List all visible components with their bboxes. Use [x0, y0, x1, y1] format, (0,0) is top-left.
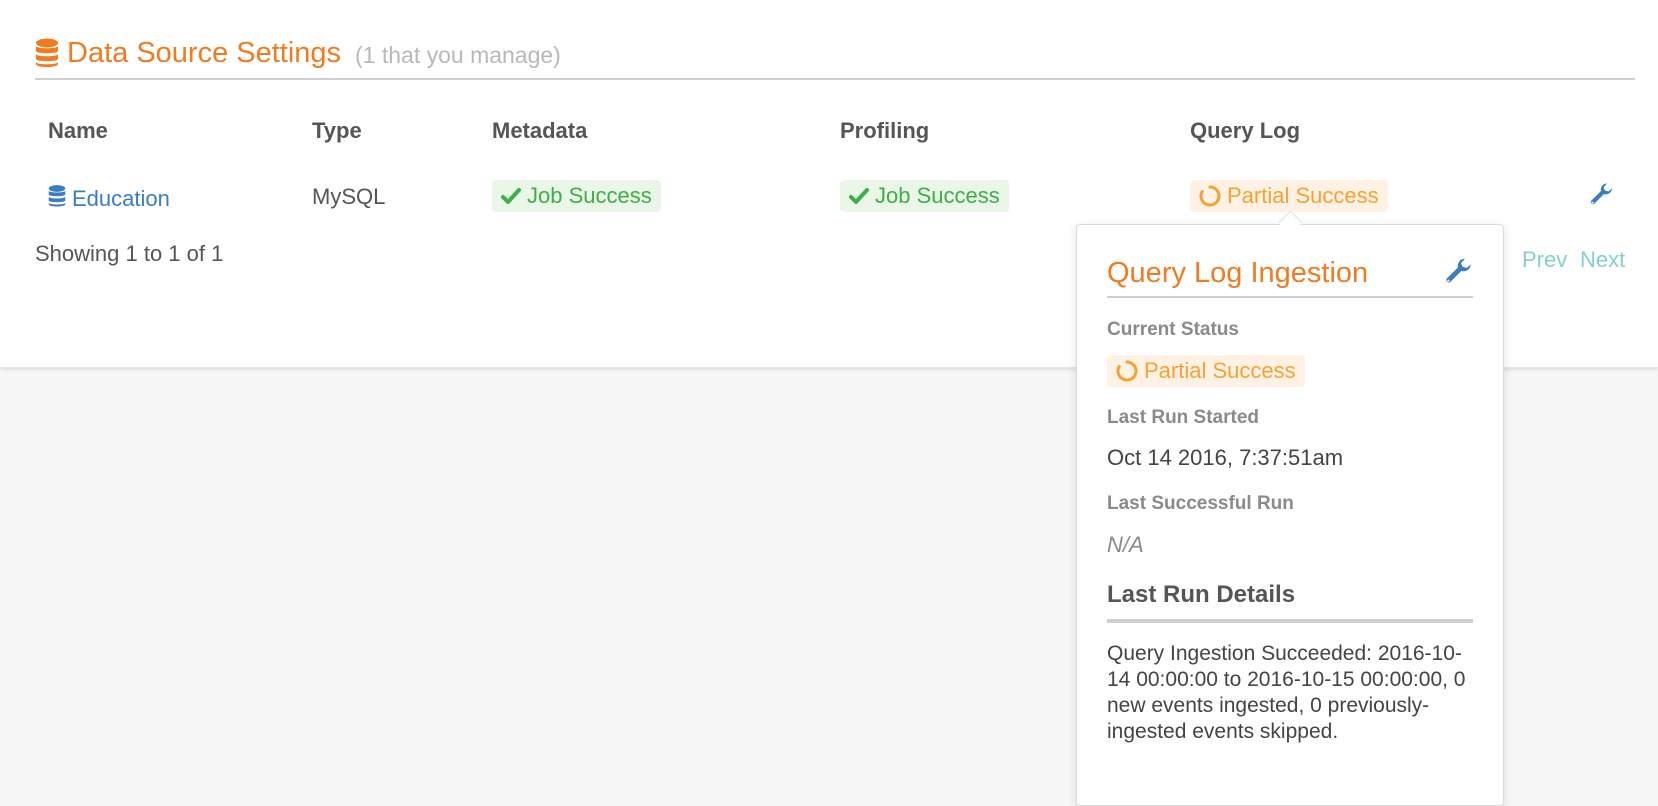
column-header-profiling[interactable]: Profiling — [840, 118, 929, 144]
metadata-status-label: Job Success — [527, 183, 652, 208]
current-status-label: Current Status — [1107, 319, 1239, 340]
data-source-name: Education — [72, 186, 170, 211]
database-icon — [35, 38, 59, 73]
column-header-name[interactable]: Name — [48, 118, 108, 144]
metadata-status-badge[interactable]: Job Success — [492, 180, 661, 212]
showing-count: Showing 1 to 1 of 1 — [35, 241, 224, 266]
data-source-type: MySQL — [312, 184, 386, 209]
last-run-details-header: Last Run Details — [1107, 581, 1473, 623]
popover-header: Query Log Ingestion — [1107, 253, 1473, 298]
wrench-icon[interactable] — [1588, 182, 1614, 213]
current-status-value: Partial Success — [1144, 358, 1296, 383]
prev-page-button[interactable]: Prev — [1522, 247, 1567, 273]
database-icon — [48, 184, 66, 214]
last-run-details-text: Query Ingestion Succeeded: 2016-10-14 00… — [1107, 642, 1466, 743]
page-subtitle: (1 that you manage) — [355, 42, 561, 68]
popover-title: Query Log Ingestion — [1107, 257, 1369, 289]
query-log-ingestion-popover: Query Log Ingestion Current Status Parti… — [1076, 224, 1504, 806]
check-icon — [849, 187, 869, 205]
current-status-badge: Partial Success — [1107, 355, 1305, 387]
spinner-icon — [1116, 360, 1138, 382]
last-successful-run-label: Last Successful Run — [1107, 493, 1294, 514]
column-header-metadata[interactable]: Metadata — [492, 118, 587, 144]
profiling-status-badge[interactable]: Job Success — [840, 180, 1009, 212]
last-successful-run-value: N/A — [1107, 532, 1144, 557]
wrench-icon[interactable] — [1443, 257, 1473, 292]
section-header: Data Source Settings (1 that you manage) — [35, 34, 1635, 80]
page-title: Data Source Settings — [67, 37, 342, 69]
column-header-type[interactable]: Type — [312, 118, 362, 144]
profiling-status-label: Job Success — [875, 183, 1000, 208]
column-header-query-log[interactable]: Query Log — [1190, 118, 1300, 144]
check-icon — [501, 187, 521, 205]
query-log-status-label: Partial Success — [1227, 183, 1379, 208]
last-run-started-value: Oct 14 2016, 7:37:51am — [1107, 445, 1344, 470]
data-source-name-link[interactable]: Education — [48, 184, 170, 214]
last-run-details-title: Last Run Details — [1107, 581, 1296, 608]
last-run-started-label: Last Run Started — [1107, 407, 1260, 428]
query-log-status-badge[interactable]: Partial Success — [1190, 180, 1388, 213]
next-page-button[interactable]: Next — [1580, 247, 1625, 273]
spinner-icon — [1199, 185, 1221, 207]
